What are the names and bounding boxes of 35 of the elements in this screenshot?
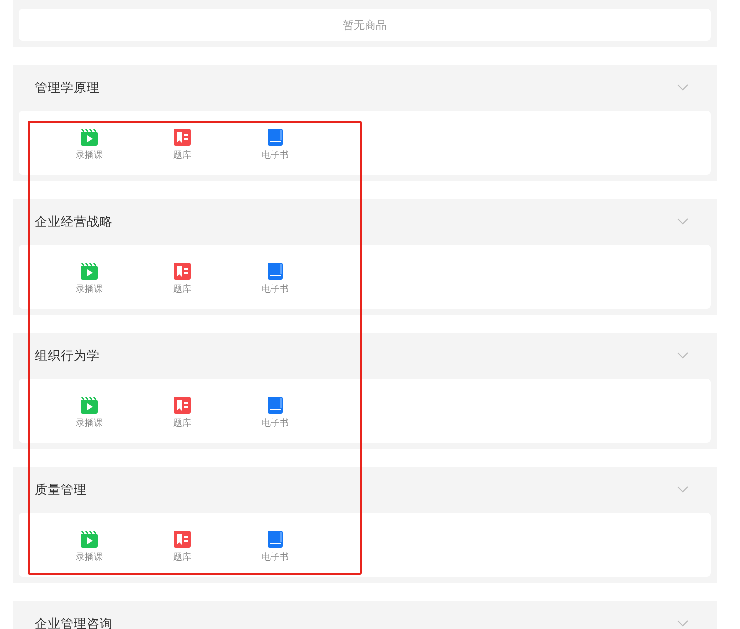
resource-item[interactable]: 电子书: [229, 513, 322, 577]
resource-item[interactable]: 电子书: [229, 111, 322, 175]
book-icon: [174, 397, 191, 414]
resource-item[interactable]: 题库: [136, 379, 229, 443]
chevron-down-icon[interactable]: [677, 352, 689, 360]
resource-item[interactable]: 录播课: [43, 379, 136, 443]
book-icon: [174, 129, 191, 146]
resource-item[interactable]: 题库: [136, 245, 229, 309]
chevron-down-icon[interactable]: [677, 84, 689, 92]
chevron-down-icon[interactable]: [677, 620, 689, 628]
course-title[interactable]: 企业管理咨询: [35, 616, 113, 629]
book-icon: [174, 263, 191, 280]
resource-item[interactable]: 录播课: [43, 111, 136, 175]
resource-item[interactable]: 题库: [136, 111, 229, 175]
book-icon: [267, 531, 284, 548]
resource-item[interactable]: 录播课: [43, 245, 136, 309]
empty-notice: 暂无商品: [343, 18, 387, 32]
resource-item[interactable]: 录播课: [43, 513, 136, 577]
course-title[interactable]: 管理学原理: [35, 80, 100, 96]
book-icon: [267, 397, 284, 414]
book-icon: [174, 531, 191, 548]
video-play-icon: [81, 263, 98, 280]
course-title[interactable]: 质量管理: [35, 482, 87, 498]
book-icon: [267, 263, 284, 280]
course-title[interactable]: 组织行为学: [35, 348, 100, 364]
resource-item[interactable]: 题库: [136, 513, 229, 577]
book-icon: [267, 129, 284, 146]
chevron-down-icon[interactable]: [677, 218, 689, 226]
resource-item[interactable]: 电子书: [229, 245, 322, 309]
resource-item[interactable]: 电子书: [229, 379, 322, 443]
course-title[interactable]: 企业经营战略: [35, 214, 113, 230]
video-play-icon: [81, 531, 98, 548]
video-play-icon: [81, 397, 98, 414]
chevron-down-icon[interactable]: [677, 486, 689, 494]
video-play-icon: [81, 129, 98, 146]
